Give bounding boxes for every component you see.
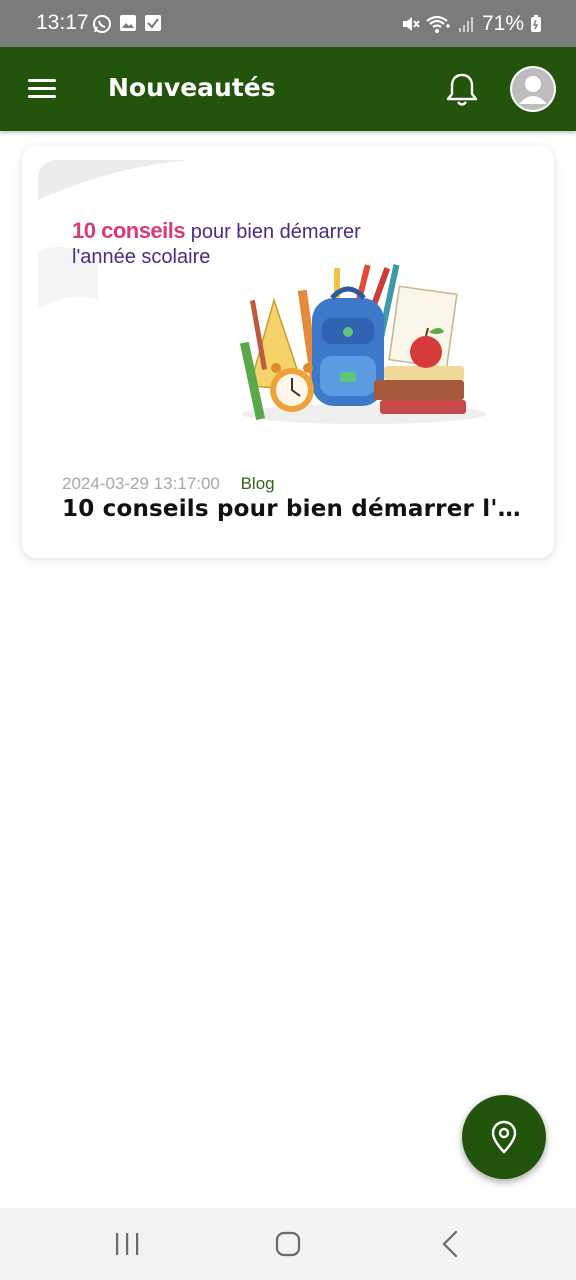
recents-button[interactable] [107,1226,147,1262]
check-icon [145,15,161,31]
back-button[interactable] [430,1226,470,1262]
thumbnail-title-line1: 10 conseils pour bien démarrer [72,218,361,243]
menu-icon [28,79,56,98]
news-thumbnail: 10 conseils pour bien démarrer l'année s… [38,160,540,446]
home-icon [275,1231,301,1257]
whatsapp-icon [93,15,111,33]
battery-icon [531,15,541,32]
school-supplies-illustration [239,264,486,424]
bell-icon [446,73,478,106]
system-icons: 71% [400,12,542,36]
news-title[interactable]: 10 conseils pour bien démarrer l'année s… [62,496,532,522]
location-button[interactable] [462,1095,546,1179]
avatar-icon [512,68,554,110]
menu-button[interactable] [24,73,60,105]
wifi-icon [426,15,450,33]
news-card[interactable]: 10 conseils pour bien démarrer l'année s… [22,146,554,558]
avatar[interactable] [510,66,556,112]
back-icon [442,1230,458,1258]
home-button[interactable] [268,1226,308,1262]
recents-icon [116,1233,139,1255]
news-category[interactable]: Blog [241,474,275,493]
page-title: Nouveautés [108,73,276,102]
notification-icons [92,14,162,34]
thumbnail-title-line2: l'année scolaire [72,246,211,268]
location-pin-icon [491,1120,517,1154]
system-nav-bar [0,1208,576,1280]
signal-icon [458,17,473,32]
status-bar: 13:17 71% [0,0,576,47]
status-time: 13:17 [36,11,89,34]
notifications-button[interactable] [444,71,480,109]
battery-level: 71% [481,12,524,35]
news-date: 2024-03-29 13:17:00 [62,474,220,493]
mute-icon [402,17,420,31]
news-meta: 2024-03-29 13:17:00 Blog [62,474,275,494]
gallery-icon [120,15,136,31]
app-bar: Nouveautés [0,47,576,131]
